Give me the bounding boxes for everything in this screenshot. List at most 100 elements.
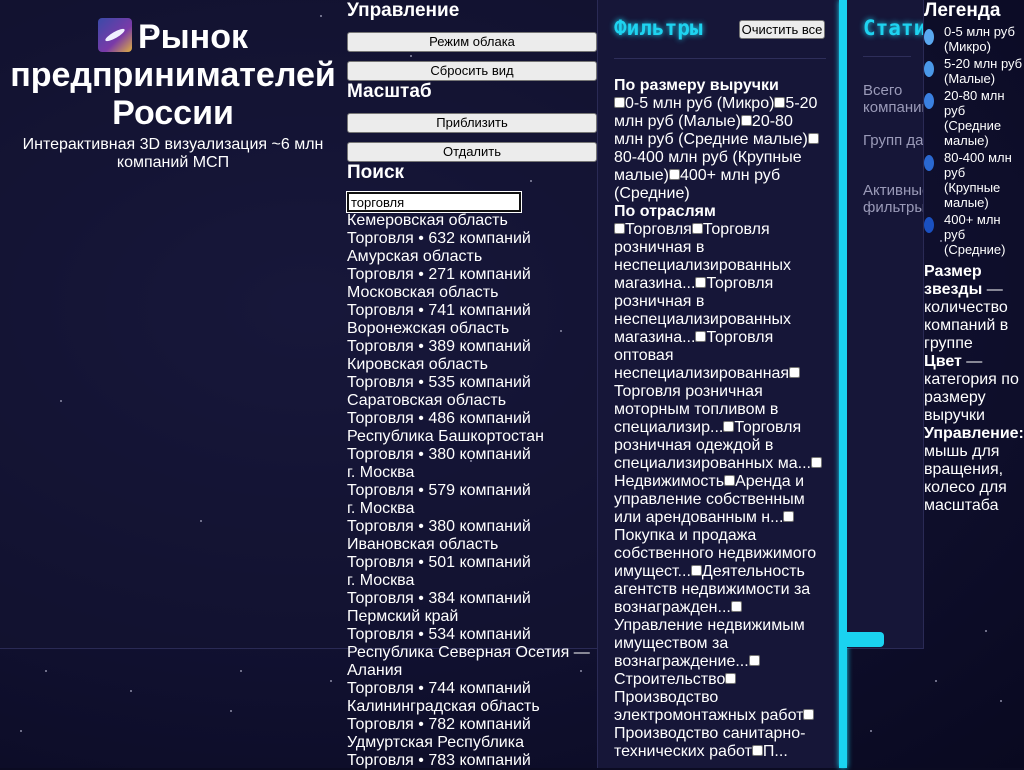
filters-title: Фильтры [614, 16, 703, 40]
controls-panel: Управление Режим облака Сбросить вид Мас… [346, 0, 597, 770]
search-result-region: Ивановская область [347, 536, 499, 553]
checkbox[interactable] [783, 511, 795, 522]
checkbox[interactable] [695, 277, 707, 288]
search-result-meta: Торговля • 384 компаний [347, 590, 531, 607]
legend-note: Управление: мышь для вращения, колесо дл… [924, 425, 1024, 515]
industry-filter-heading: По отраслям [614, 203, 716, 220]
stats-divider [863, 56, 911, 57]
checkbox[interactable] [730, 601, 742, 612]
cloud-mode-button[interactable]: Режим облака [347, 32, 597, 52]
search-result-item[interactable]: Кировская область Торговля • 535 компаний [347, 356, 597, 392]
search-result-region: Пермский край [347, 608, 459, 625]
checkbox[interactable] [774, 97, 786, 108]
checkbox[interactable] [807, 133, 819, 144]
search-result-item[interactable]: Московская область Торговля • 741 компани… [347, 284, 597, 320]
revenue-filter-option[interactable]: 0-5 млн руб (Микро) [614, 95, 774, 112]
search-result-item[interactable]: г. Москва Торговля • 380 компаний [347, 500, 597, 536]
checkbox[interactable] [724, 475, 736, 486]
stats-title: Статистика [863, 16, 924, 40]
checkbox[interactable] [803, 709, 815, 720]
search-result-region: Кемеровская область [347, 212, 508, 229]
legend-item: 5-20 млн руб (Малые) [924, 56, 1024, 86]
checkbox[interactable] [690, 565, 702, 576]
search-result-item[interactable]: г. Москва Торговля • 579 компаний [347, 464, 597, 500]
star [200, 520, 202, 522]
legend-item: 20-80 млн руб (Средние малые) [924, 88, 1024, 148]
revenue-filter-options: 0-5 млн руб (Микро) 5-20 млн руб (Малые) 2… [614, 95, 824, 203]
checkbox[interactable] [723, 421, 735, 432]
legend-note: Размер звезды — количество компаний в гр… [924, 263, 1024, 353]
checkbox[interactable] [810, 457, 822, 468]
zoom-out-button[interactable]: Отдалить [347, 142, 597, 162]
legend-star-icon [924, 93, 934, 109]
legend-star-icon [924, 155, 934, 171]
legend-note-term: Цвет [924, 353, 962, 370]
legend-star-icon [924, 61, 934, 77]
search-result-meta: Торговля • 782 компаний [347, 716, 531, 733]
star [20, 730, 22, 732]
industry-filter-options: Торговля Торговля розничная в неспециализ… [614, 221, 824, 761]
reset-view-button[interactable]: Сбросить вид [347, 61, 597, 81]
search-input[interactable] [346, 191, 522, 213]
legend-heading: Легенда [924, 0, 1001, 21]
search-result-item[interactable]: Саратовская область Торговля • 486 компан… [347, 392, 597, 428]
checkbox[interactable] [614, 223, 625, 234]
checkbox[interactable] [695, 331, 707, 342]
checkbox[interactable] [740, 115, 752, 126]
search-result-item[interactable]: Воронежская область Торговля • 389 компан… [347, 320, 597, 356]
search-result-item[interactable]: Ивановская область Торговля • 501 компани… [347, 536, 597, 572]
checkbox[interactable] [668, 169, 680, 180]
checkbox[interactable] [748, 655, 760, 666]
revenue-filter-option-label: 0-5 млн руб (Микро) [625, 95, 775, 112]
star [935, 680, 937, 682]
industry-filter-option[interactable]: Торговля [614, 221, 692, 238]
checkbox[interactable] [614, 97, 625, 108]
legend-item-label: 0-5 млн руб (Микро) [944, 24, 1015, 54]
industry-filter-option-label: Недвижимость [614, 473, 725, 490]
checkbox[interactable] [725, 673, 737, 684]
controls-heading: Управление [347, 0, 460, 21]
star [240, 670, 242, 672]
zoom-in-button[interactable]: Приблизить [347, 113, 597, 133]
checkbox[interactable] [691, 223, 703, 234]
search-result-region: Кировская область [347, 356, 488, 373]
search-result-item[interactable]: Республика Северная Осетия — Алания Торго… [347, 644, 597, 698]
search-result-item[interactable]: г. Москва Торговля • 384 компаний [347, 572, 597, 608]
filters-panel: Фильтры Очистить все По размеру выручки … [597, 0, 840, 768]
panel-scrollbar[interactable] [839, 0, 847, 768]
search-result-meta: Торговля • 271 компаний [347, 266, 531, 283]
header: Рынок предпринимателей России Интерактив… [10, 18, 336, 172]
star [130, 690, 132, 692]
search-result-region: Московская область [347, 284, 499, 301]
stat-active-filters: Активные фильтры [863, 182, 923, 216]
search-result-item[interactable]: Кемеровская область Торговля • 632 компан… [347, 212, 597, 248]
industry-filter-option[interactable]: П... [751, 743, 788, 760]
search-result-meta: Торговля • 535 компаний [347, 374, 531, 391]
star [870, 730, 872, 732]
revenue-filter-heading: По размеру выручки [614, 77, 779, 94]
legend-panel: Легенда 0-5 млн руб (Микро) 5-20 млн руб … [924, 0, 1024, 515]
search-result-item[interactable]: Удмуртская Республика Торговля • 783 комп… [347, 734, 597, 770]
search-result-region: Республика Северная Осетия — Алания [347, 644, 590, 679]
search-result-meta: Торговля • 632 компаний [347, 230, 531, 247]
search-results: Кемеровская область Торговля • 632 компан… [347, 212, 597, 770]
search-result-item[interactable]: Калининградская область Торговля • 782 ко… [347, 698, 597, 734]
search-result-item[interactable]: Республика Башкортостан Торговля • 380 ко… [347, 428, 597, 464]
star [230, 710, 232, 712]
stats-scroll-handle[interactable] [847, 632, 884, 647]
stat-total-companies: Всего компаний [863, 82, 924, 116]
checkbox[interactable] [751, 745, 763, 756]
legend-item: 80-400 млн руб (Крупные малые) [924, 150, 1024, 210]
page-subtitle: Интерактивная 3D визуализация ~6 млн ком… [22, 136, 324, 171]
stat-label: Всего компаний [863, 82, 924, 116]
scale-heading: Масштаб [347, 81, 432, 102]
search-result-item[interactable]: Амурская область Торговля • 271 компаний [347, 248, 597, 284]
search-result-meta: Торговля • 380 компаний [347, 446, 531, 463]
industry-filter-option-label: П... [762, 743, 788, 760]
search-result-item[interactable]: Пермский край Торговля • 534 компаний [347, 608, 597, 644]
legend-item-label: 20-80 млн руб (Средние малые) [944, 88, 1005, 148]
search-result-region: г. Москва [347, 500, 415, 517]
legend-note-text: мышь для вращения, колесо для масштаба [924, 443, 1007, 514]
checkbox[interactable] [789, 367, 801, 378]
clear-all-button[interactable]: Очистить все [739, 20, 825, 39]
